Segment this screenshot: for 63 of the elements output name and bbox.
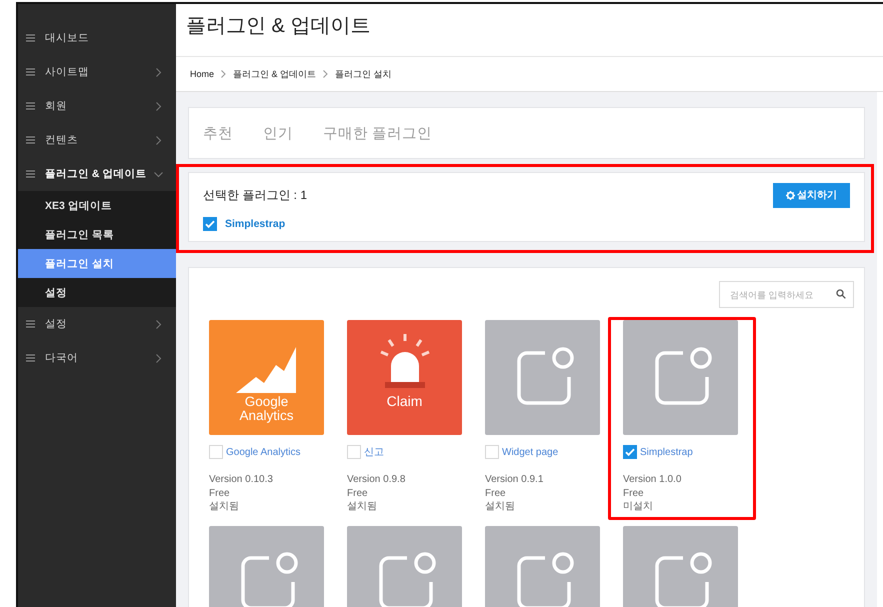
menu-icon (26, 102, 35, 110)
sidebar-item[interactable]: 다국어 (18, 341, 176, 375)
install-status: 설치됨 (347, 500, 378, 514)
plugin-name: Simplestrap (225, 218, 286, 230)
selected-count: 선택한 플러그인 : 1 (203, 186, 308, 204)
sidebar-item[interactable]: 플러그인 & 업데이트 (18, 157, 176, 191)
install-status: 설치됨 (209, 500, 240, 514)
sidebar-item[interactable]: 대시보드 (18, 21, 176, 55)
plugin-name-link[interactable]: 신고 (364, 445, 384, 459)
app-icon (516, 552, 574, 607)
install-status: 미설치 (623, 500, 654, 514)
breadcrumb-link[interactable]: 플러그인 & 업데이트 (233, 68, 316, 80)
menu-icon (26, 136, 35, 144)
search-field[interactable]: 검색어를 입력하세요 (719, 281, 854, 308)
plugin-version: Version 1.0.0 (623, 473, 682, 486)
sidebar-item[interactable]: 컨텐츠 (18, 123, 176, 157)
plugin-version: Version 0.9.1 (485, 473, 544, 486)
menu-icon (26, 320, 35, 328)
sidebar-item[interactable]: 회원 (18, 89, 176, 123)
plugin-thumbnail[interactable] (485, 526, 600, 607)
breadcrumb-link[interactable]: 플러그인 설치 (335, 68, 392, 80)
menu-icon (26, 34, 35, 42)
app-icon (240, 552, 298, 607)
submenu-item[interactable]: XE3 업데이트 (18, 191, 176, 220)
submenu-item[interactable]: 플러그인 목록 (18, 220, 176, 249)
logo-text: Claim (386, 394, 422, 409)
plugin-thumbnail[interactable] (209, 526, 324, 607)
plugin-thumbnail[interactable] (347, 526, 462, 607)
settings-icon (786, 190, 795, 200)
submenu-item[interactable]: 설정 (18, 278, 176, 307)
chevron-right-icon (323, 70, 328, 78)
plugin-price: Free (347, 486, 369, 500)
sidebar-item[interactable]: 사이트맵 (18, 55, 176, 89)
search-icon (836, 289, 846, 299)
app-icon (516, 346, 574, 404)
app-icon (654, 552, 712, 607)
install-status: 설치됨 (485, 500, 516, 514)
plugin-price: Free (485, 486, 507, 500)
menu-icon (26, 354, 35, 362)
plugin-version: Version 0.10.3 (209, 473, 274, 486)
plugin-thumbnail[interactable] (623, 320, 738, 435)
plugin-thumbnail[interactable] (485, 320, 600, 435)
siren-icon (378, 334, 430, 388)
app-icon (378, 552, 436, 607)
sidebar-item[interactable]: 설정 (18, 307, 176, 341)
breadcrumb-link[interactable]: Home (190, 69, 214, 79)
app-icon (654, 346, 712, 404)
plugin-name-link[interactable]: Simplestrap (640, 446, 693, 458)
page-title: 플러그인 & 업데이트 (186, 14, 372, 39)
menu-icon (26, 170, 35, 178)
plugin-price: Free (623, 486, 645, 500)
plugin-name-link[interactable]: Widget page (502, 446, 558, 458)
chevron-right-icon (221, 70, 226, 78)
chart-icon (236, 346, 298, 393)
plugin-version: Version 0.9.8 (347, 473, 406, 486)
plugin-thumbnail[interactable]: Claim (347, 320, 462, 435)
menu-icon (26, 68, 35, 76)
plugin-name-link[interactable]: Google Analytics (226, 446, 300, 458)
plugin-thumbnail[interactable] (623, 526, 738, 607)
plugin-price: Free (209, 486, 231, 500)
checkbox[interactable] (623, 445, 637, 459)
checkbox[interactable] (203, 217, 217, 231)
logo-text: Google Analytics (239, 394, 294, 423)
